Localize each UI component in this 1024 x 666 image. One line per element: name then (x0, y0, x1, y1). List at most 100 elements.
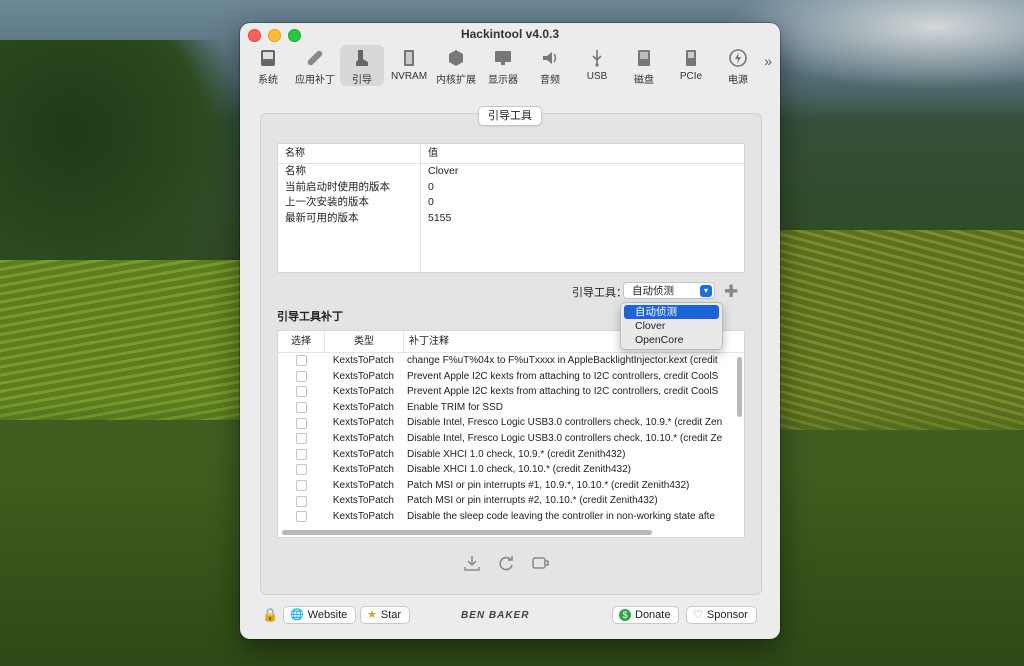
tab-patch[interactable]: 应用补丁 (293, 45, 337, 86)
type-cell: KextsToPatch (332, 355, 394, 366)
puzzle-icon[interactable]: ✚ (724, 282, 738, 302)
usb-icon (585, 46, 609, 70)
tab-boot[interactable]: 引导 (340, 45, 384, 86)
tab-display[interactable]: 显示器 (481, 45, 525, 86)
table-row[interactable]: KextsToPatch Disable XHCI 1.0 check, 10.9… (278, 447, 744, 463)
row-key: 最新可用的版本 (278, 210, 421, 226)
table-row[interactable]: KextsToPatch Disable Intel, Fresco Logic … (278, 415, 744, 431)
table-row[interactable]: 上一次安装的版本 0 (278, 195, 744, 211)
tab-label: USB (586, 71, 608, 82)
select-cell (278, 447, 324, 463)
hackintool-window: Hackintool v4.0.3 系统 应用补丁 引导 NVRAM 内核扩展 … (240, 23, 780, 639)
table-row[interactable]: KextsToPatch Disable XHCI 1.0 check, 10.1… (278, 462, 744, 478)
patch-checkbox[interactable] (295, 355, 307, 367)
table-row[interactable]: KextsToPatch Disable Intel, Fresco Logic … (278, 431, 744, 447)
nvram-icon (397, 46, 421, 70)
patch-checkbox[interactable] (295, 464, 307, 476)
patch-checkbox[interactable] (295, 417, 307, 429)
audio-icon (538, 46, 562, 70)
patch-checkbox[interactable] (295, 511, 307, 523)
website-label: Website (307, 609, 348, 621)
table-header: 名称 值 (278, 144, 744, 164)
system-icon (256, 46, 280, 70)
tab-power[interactable]: 电源 (716, 45, 760, 86)
horizontal-scrollbar[interactable] (282, 530, 652, 535)
patch-actions (462, 553, 550, 573)
row-value: Clover (428, 165, 459, 177)
download-icon[interactable] (462, 553, 482, 573)
bootloader-select[interactable]: 自动侦测 ▾ (623, 282, 715, 299)
star-icon: ★ (367, 609, 377, 621)
table-row[interactable]: 最新可用的版本 5155 (278, 210, 744, 226)
type-cell: KextsToPatch (332, 510, 394, 522)
column-header-value[interactable]: 值 (421, 144, 438, 163)
export-icon[interactable] (530, 553, 550, 573)
comment-cell: Prevent Apple I2C kexts from attaching t… (407, 386, 719, 398)
tab-audio[interactable]: 音频 (528, 45, 572, 86)
tab-label: 引导 (352, 75, 372, 86)
table-row[interactable]: KextsToPatch Patch MSI or pin interrupts … (278, 478, 744, 494)
bootloader-info-table: 名称 值 名称 Clover 当前启动时使用的版本 0 上一次安装的版本 0 最… (277, 143, 745, 273)
sponsor-button[interactable]: ♡ Sponsor (686, 606, 757, 624)
patch-checkbox[interactable] (295, 386, 307, 398)
table-row[interactable]: KextsToPatch Prevent Apple I2C kexts from… (278, 369, 744, 385)
boot-icon (350, 46, 374, 70)
patch-checkbox[interactable] (295, 370, 307, 382)
tab-label: NVRAM (390, 71, 428, 82)
row-value: 0 (428, 180, 434, 193)
type-cell: KextsToPatch (332, 464, 394, 476)
wallpaper-vineyard-left (0, 260, 260, 420)
table-row[interactable]: KextsToPatch Prevent Apple I2C kexts from… (278, 384, 744, 400)
column-header-select[interactable]: 选择 (278, 331, 325, 352)
bootloader-label: 引导工具： (572, 287, 627, 299)
comment-cell: Disable XHCI 1.0 check, 10.9.* (credit Z… (407, 448, 626, 460)
table-row[interactable]: 名称 Clover (278, 164, 744, 180)
tab-disk[interactable]: 磁盘 (622, 45, 666, 86)
star-button[interactable]: ★ Star (360, 606, 411, 624)
dollar-icon: $ (619, 609, 631, 621)
table-row[interactable]: 当前启动时使用的版本 0 (278, 179, 744, 195)
select-cell (278, 369, 324, 385)
tab-label: 系统 (258, 75, 278, 86)
table-row[interactable]: KextsToPatch Enable TRIM for SSD (278, 400, 744, 416)
patch-checkbox[interactable] (295, 433, 307, 445)
patch-checkbox[interactable] (295, 480, 307, 492)
tab-usb[interactable]: USB (575, 45, 619, 86)
dropdown-option-auto[interactable]: 自动侦测 (624, 305, 719, 319)
select-cell (278, 462, 324, 478)
toolbar-overflow-button[interactable]: » (764, 53, 772, 69)
dropdown-option-clover[interactable]: Clover (624, 319, 719, 333)
table-row[interactable]: KextsToPatch Patch MSI or pin interrupts … (278, 493, 744, 509)
patch-checkbox[interactable] (295, 495, 307, 507)
comment-cell: Patch MSI or pin interrupts #1, 10.9.*, … (407, 479, 690, 491)
donate-button[interactable]: $ Donate (612, 606, 680, 624)
minimize-button[interactable] (268, 29, 281, 42)
table-row[interactable]: KextsToPatch change F%uT%04x to F%uTxxxx … (278, 353, 744, 369)
lock-icon[interactable]: 🔒 (262, 607, 278, 623)
tab-label: PCIe (679, 71, 703, 82)
patch-checkbox[interactable] (295, 402, 307, 414)
tab-pcie[interactable]: PCIe (669, 45, 713, 86)
bootloader-dropdown-menu: 自动侦测 Clover OpenCore (620, 302, 723, 350)
dropdown-option-opencore[interactable]: OpenCore (624, 333, 719, 347)
patch-checkbox[interactable] (295, 448, 307, 460)
table-row[interactable]: KextsToPatch Disable the sleep code leavi… (278, 509, 744, 525)
select-cell (278, 493, 324, 509)
close-button[interactable] (248, 29, 261, 42)
column-header-name[interactable]: 名称 (278, 144, 421, 163)
tab-nvram[interactable]: NVRAM (387, 45, 431, 86)
bootloader-select-value: 自动侦测 (632, 285, 674, 297)
type-cell: KextsToPatch (332, 401, 394, 413)
maximize-button[interactable] (288, 29, 301, 42)
tab-system[interactable]: 系统 (246, 45, 290, 86)
vertical-scrollbar[interactable] (737, 357, 742, 417)
comment-cell: Enable TRIM for SSD (407, 401, 503, 413)
column-header-type[interactable]: 类型 (325, 331, 404, 352)
kext-icon (444, 46, 468, 70)
comment-cell: Disable XHCI 1.0 check, 10.10.* (credit … (407, 464, 631, 476)
website-button[interactable]: 🌐 Website (283, 606, 357, 624)
title-bar[interactable]: Hackintool v4.0.3 (240, 23, 780, 45)
refresh-icon[interactable] (496, 553, 516, 573)
tab-kext[interactable]: 内核扩展 (434, 45, 478, 86)
panel-tab-label[interactable]: 引导工具 (478, 106, 542, 126)
